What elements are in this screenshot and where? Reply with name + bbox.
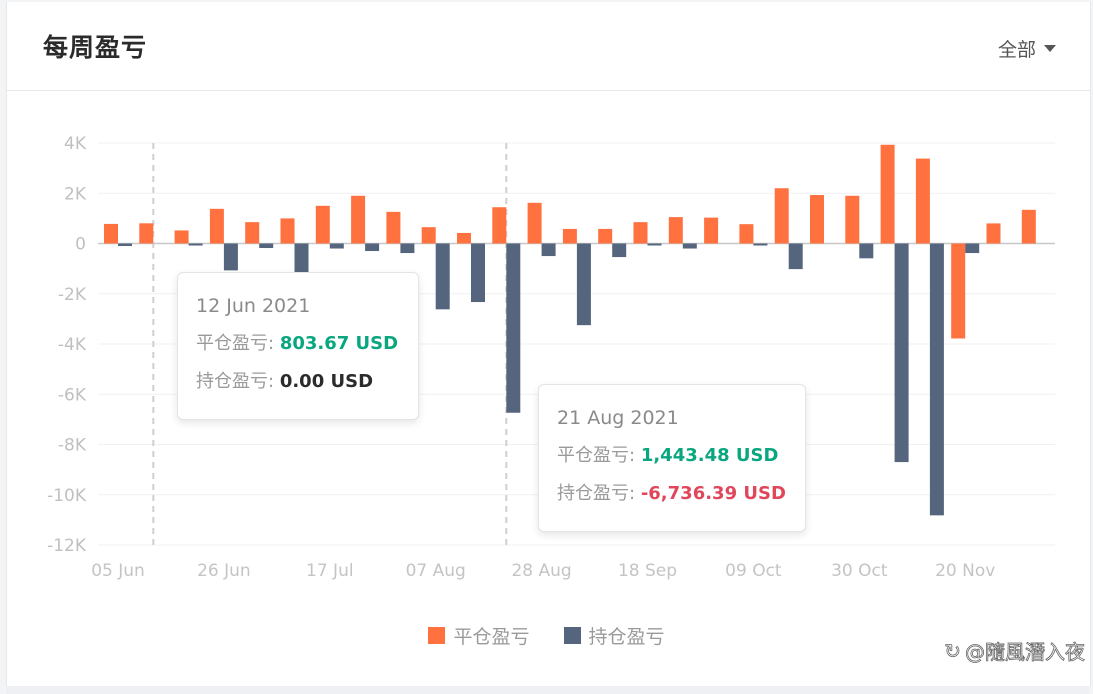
y-tick-label: -4K: [58, 335, 87, 355]
tooltip-realized-label: 平仓盈亏:: [196, 333, 275, 354]
legend-label: 持仓盈亏: [588, 626, 665, 648]
x-tick-label: 18 Sep: [618, 561, 677, 581]
tooltip-realized-row: 平仓盈亏: 803.67 USD: [196, 329, 400, 355]
realized-pnl-bar-06-nov[interactable]: [880, 144, 895, 244]
tooltip-21-aug: 21 Aug 2021 平仓盈亏: 1,443.48 USD 持仓盈亏: -6,…: [538, 384, 806, 532]
unrealized-pnl-bar-11-sep[interactable]: [612, 243, 627, 258]
realized-pnl-bar-24-jul[interactable]: [351, 195, 366, 244]
realized-pnl-bar-11-sep[interactable]: [598, 228, 613, 244]
footer-strip: [6, 686, 1089, 694]
legend-swatch-unrealized: [563, 627, 581, 644]
unrealized-pnl-bar-09-oct[interactable]: [753, 243, 768, 246]
y-tick-label: -2K: [58, 285, 87, 305]
unrealized-pnl-bar-21-aug[interactable]: [506, 243, 521, 413]
x-tick-label: 28 Aug: [511, 561, 571, 581]
unrealized-pnl-bar-18-sep[interactable]: [647, 243, 662, 246]
x-tick-label: 26 Jun: [197, 561, 251, 581]
realized-pnl-bar-02-oct[interactable]: [704, 217, 719, 244]
realized-pnl-bar-21-aug[interactable]: [492, 207, 507, 244]
realized-pnl-bar-09-oct[interactable]: [739, 224, 754, 244]
weibo-logo-icon: ↻: [944, 638, 962, 663]
legend-item-unrealized-pnl[interactable]: 持仓盈亏: [563, 622, 665, 649]
tooltip-realized-value: 1,443.48 USD: [640, 445, 779, 466]
tooltip-unrealized-value: 0.00 USD: [279, 371, 374, 392]
realized-pnl-bar-07-aug[interactable]: [421, 227, 436, 244]
watermark-text: @隨風潛入夜: [965, 640, 1086, 665]
unrealized-pnl-bar-28-aug[interactable]: [541, 243, 556, 257]
legend-swatch-realized: [428, 627, 446, 644]
realized-pnl-bar-28-aug[interactable]: [527, 202, 542, 244]
realized-pnl-bar-14-aug[interactable]: [457, 232, 471, 244]
y-tick-label: -12K: [47, 536, 87, 556]
realized-pnl-bar-16-oct[interactable]: [774, 188, 789, 244]
x-tick-label: 09 Oct: [725, 561, 782, 581]
realized-pnl-bar-26-jun[interactable]: [209, 208, 224, 244]
realized-pnl-bar-05-jun[interactable]: [104, 223, 118, 244]
tooltip-realized-row: 平仓盈亏: 1,443.48 USD: [557, 441, 787, 467]
realized-pnl-bar-03-jul[interactable]: [245, 222, 260, 244]
unrealized-pnl-bar-16-oct[interactable]: [788, 243, 803, 270]
tooltip-unrealized-row: 持仓盈亏: -6,736.39 USD: [557, 479, 787, 505]
tooltip-date: 12 Jun 2021: [196, 295, 311, 317]
tooltip-unrealized-label: 持仓盈亏:: [557, 483, 636, 504]
unrealized-pnl-bar-25-sep[interactable]: [682, 243, 697, 249]
y-tick-label: 2K: [64, 184, 87, 204]
legend-item-realized-pnl[interactable]: 平仓盈亏: [428, 622, 530, 649]
x-tick-label: 30 Oct: [831, 561, 888, 581]
y-tick-label: 0: [75, 235, 86, 255]
realized-pnl-bar-31-jul[interactable]: [386, 211, 401, 244]
realized-pnl-bar-04-sep[interactable]: [562, 228, 577, 244]
x-tick-label: 20 Nov: [935, 561, 995, 581]
unrealized-pnl-bar-06-nov[interactable]: [894, 243, 909, 463]
realized-pnl-bar-12-jun[interactable]: [139, 223, 154, 244]
realized-pnl-bar-13-nov[interactable]: [915, 158, 930, 244]
unrealized-pnl-bar-30-oct[interactable]: [859, 243, 874, 259]
x-tick-label: 07 Aug: [406, 561, 466, 581]
chart-legend: 平仓盈亏 持仓盈亏: [0, 622, 1093, 649]
y-tick-label: -8K: [58, 436, 87, 456]
realized-pnl-bar-17-jul[interactable]: [315, 205, 330, 244]
x-axis-ticks: 05 Jun 26 Jun 17 Jul 07 Aug 28 Aug 18 Sep 09 O…: [91, 561, 995, 581]
x-tick-label: 05 Jun: [91, 561, 145, 581]
unrealized-pnl-bar-17-jul[interactable]: [329, 243, 344, 249]
realized-pnl-bar-19-jun[interactable]: [174, 230, 189, 244]
y-tick-label: -10K: [47, 486, 87, 506]
realized-pnl-bar-23-oct[interactable]: [810, 195, 824, 244]
realized-pnl-bar-25-sep[interactable]: [668, 217, 683, 244]
tooltip-realized-label: 平仓盈亏:: [557, 445, 636, 466]
realized-pnl-bar-30-oct[interactable]: [845, 195, 860, 244]
tooltip-realized-value: 803.67 USD: [279, 333, 399, 354]
tooltip-unrealized-row: 持仓盈亏: 0.00 USD: [196, 367, 400, 393]
unrealized-pnl-bar-07-aug[interactable]: [435, 243, 450, 310]
unrealized-pnl-bar-05-jun[interactable]: [118, 243, 132, 247]
unrealized-pnl-bar-20-nov[interactable]: [965, 243, 980, 254]
realized-pnl-bar-27-nov[interactable]: [986, 223, 1001, 244]
unrealized-pnl-bar-10-jul[interactable]: [294, 243, 309, 273]
y-tick-label: 4K: [64, 134, 87, 154]
y-axis-ticks: 4K 2K 0 -2K -4K -6K -8K -10K -12K: [47, 134, 87, 556]
tooltip-unrealized-label: 持仓盈亏:: [196, 371, 275, 392]
realized-pnl-bar-04-dec[interactable]: [1021, 209, 1036, 244]
unrealized-pnl-bar-13-nov[interactable]: [929, 243, 944, 516]
tooltip-date: 21 Aug 2021: [557, 407, 679, 429]
realized-pnl-bar-18-sep[interactable]: [633, 222, 648, 244]
unrealized-pnl-bar-03-jul[interactable]: [259, 243, 274, 249]
unrealized-pnl-bar-24-jul[interactable]: [365, 243, 380, 252]
legend-label: 平仓盈亏: [453, 626, 530, 648]
realized-pnl-bar-20-nov[interactable]: [951, 243, 966, 339]
unrealized-pnl-bar-26-jun[interactable]: [223, 243, 238, 271]
y-tick-label: -6K: [58, 385, 87, 405]
realized-pnl-bar-10-jul[interactable]: [280, 218, 295, 244]
tooltip-unrealized-value: -6,736.39 USD: [640, 483, 786, 504]
unrealized-pnl-bar-31-jul[interactable]: [400, 243, 415, 254]
unrealized-pnl-bar-14-aug[interactable]: [471, 243, 485, 303]
watermark: ↻ @隨風潛入夜: [944, 636, 1086, 665]
unrealized-pnl-bar-04-sep[interactable]: [576, 243, 591, 326]
unrealized-pnl-bar-19-jun[interactable]: [188, 243, 203, 246]
x-tick-label: 17 Jul: [306, 561, 354, 581]
tooltip-12-jun: 12 Jun 2021 平仓盈亏: 803.67 USD 持仓盈亏: 0.00 …: [177, 272, 419, 420]
